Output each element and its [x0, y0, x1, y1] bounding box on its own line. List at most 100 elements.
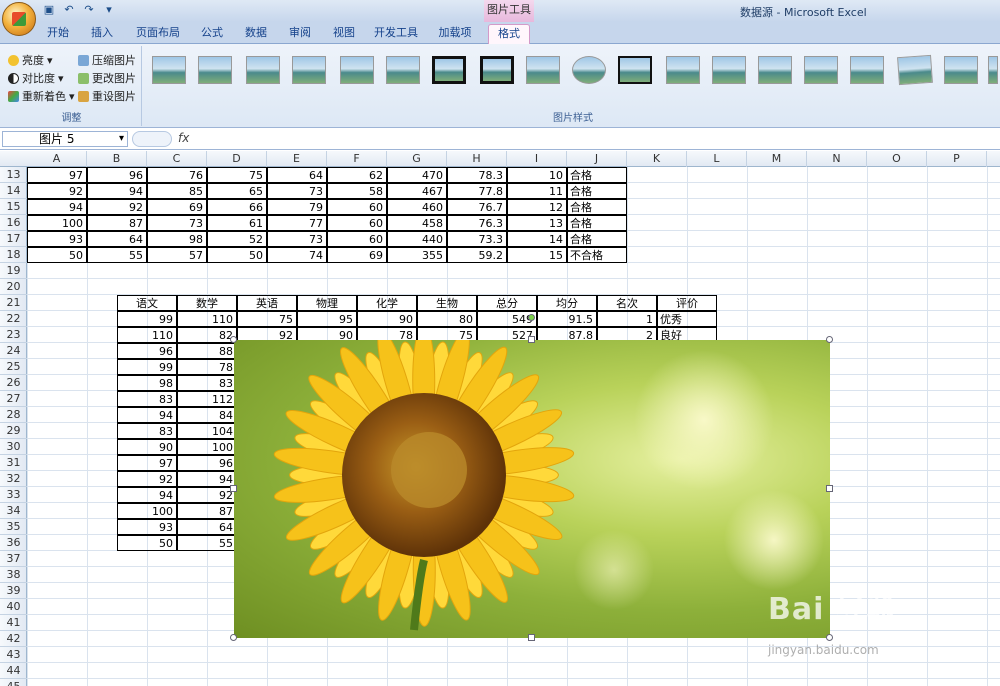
resize-handle-right[interactable]: [826, 485, 833, 492]
cell[interactable]: 94: [177, 471, 237, 487]
row-header-35[interactable]: 35: [0, 519, 27, 535]
cell[interactable]: 88: [177, 343, 237, 359]
cell[interactable]: 91.5: [537, 311, 597, 327]
cell[interactable]: 64: [177, 519, 237, 535]
column-header-K[interactable]: K: [627, 151, 687, 167]
row-header-40[interactable]: 40: [0, 599, 27, 615]
undo-icon[interactable]: ↶: [62, 3, 76, 17]
cell[interactable]: 合格: [567, 215, 627, 231]
picture-style-thumb[interactable]: [480, 56, 514, 84]
cell[interactable]: 69: [147, 199, 207, 215]
cell[interactable]: 97: [27, 167, 87, 183]
column-header-J[interactable]: J: [567, 151, 627, 167]
picture-style-thumb[interactable]: [712, 56, 746, 84]
cell[interactable]: 数学: [177, 295, 237, 311]
cell[interactable]: 92: [27, 183, 87, 199]
row-header-31[interactable]: 31: [0, 455, 27, 471]
cell[interactable]: 76.3: [447, 215, 507, 231]
cell[interactable]: 76: [147, 167, 207, 183]
cell[interactable]: 合格: [567, 167, 627, 183]
picture-style-thumb[interactable]: [944, 56, 978, 84]
cell[interactable]: 语文: [117, 295, 177, 311]
tab-insert[interactable]: 插入: [84, 24, 120, 44]
name-box[interactable]: 图片 5: [2, 131, 128, 147]
resize-handle-top[interactable]: [528, 336, 535, 343]
cell[interactable]: 93: [117, 519, 177, 535]
cell[interactable]: 50: [27, 247, 87, 263]
row-header-26[interactable]: 26: [0, 375, 27, 391]
sunflower-picture[interactable]: [234, 340, 830, 638]
column-header-G[interactable]: G: [387, 151, 447, 167]
cell[interactable]: 化学: [357, 295, 417, 311]
cell[interactable]: 83: [117, 391, 177, 407]
picture-style-thumb[interactable]: [988, 56, 998, 84]
column-header-F[interactable]: F: [327, 151, 387, 167]
cell[interactable]: 460: [387, 199, 447, 215]
cell[interactable]: 60: [327, 231, 387, 247]
cell[interactable]: 110: [117, 327, 177, 343]
column-header-M[interactable]: M: [747, 151, 807, 167]
cell[interactable]: 75: [207, 167, 267, 183]
cell[interactable]: 99: [117, 311, 177, 327]
cell[interactable]: 52: [207, 231, 267, 247]
cell[interactable]: 物理: [297, 295, 357, 311]
cell[interactable]: 98: [117, 375, 177, 391]
cell[interactable]: 74: [267, 247, 327, 263]
cell[interactable]: 55: [177, 535, 237, 551]
cell[interactable]: 75: [237, 311, 297, 327]
row-header-14[interactable]: 14: [0, 183, 27, 199]
cell[interactable]: 不合格: [567, 247, 627, 263]
cell[interactable]: 87: [177, 503, 237, 519]
row-header-22[interactable]: 22: [0, 311, 27, 327]
cell[interactable]: 58: [327, 183, 387, 199]
cell[interactable]: 458: [387, 215, 447, 231]
contrast-button[interactable]: 对比度 ▾: [8, 70, 64, 86]
cell[interactable]: 11: [507, 183, 567, 199]
cell[interactable]: 合格: [567, 199, 627, 215]
column-header-D[interactable]: D: [207, 151, 267, 167]
save-icon[interactable]: ▣: [42, 3, 56, 17]
customize-qat-icon[interactable]: ▾: [102, 3, 116, 17]
picture-style-thumb[interactable]: [526, 56, 560, 84]
change-picture-button[interactable]: 更改图片: [78, 70, 136, 86]
cell[interactable]: 76.7: [447, 199, 507, 215]
cell[interactable]: 73: [147, 215, 207, 231]
row-header-25[interactable]: 25: [0, 359, 27, 375]
column-header-L[interactable]: L: [687, 151, 747, 167]
cell[interactable]: 英语: [237, 295, 297, 311]
insert-function-icon[interactable]: fx: [178, 131, 189, 145]
cell[interactable]: 合格: [567, 183, 627, 199]
cell[interactable]: 94: [117, 407, 177, 423]
row-header-13[interactable]: 13: [0, 167, 27, 183]
recolor-button[interactable]: 重新着色 ▾: [8, 88, 75, 104]
column-header-B[interactable]: B: [87, 151, 147, 167]
picture-style-thumb[interactable]: [618, 56, 652, 84]
row-header-43[interactable]: 43: [0, 647, 27, 663]
picture-style-thumb[interactable]: [432, 56, 466, 84]
cell[interactable]: 79: [267, 199, 327, 215]
cell[interactable]: 93: [27, 231, 87, 247]
picture-style-thumb[interactable]: [198, 56, 232, 84]
resize-handle-left[interactable]: [230, 485, 237, 492]
column-header-E[interactable]: E: [267, 151, 327, 167]
cell[interactable]: 73: [267, 231, 327, 247]
picture-style-thumb[interactable]: [246, 56, 280, 84]
cell[interactable]: 10: [507, 167, 567, 183]
row-header-17[interactable]: 17: [0, 231, 27, 247]
resize-handle-bottom-right[interactable]: [826, 634, 833, 641]
row-header-20[interactable]: 20: [0, 279, 27, 295]
cell[interactable]: 名次: [597, 295, 657, 311]
tab-home[interactable]: 开始: [40, 24, 76, 44]
row-header-38[interactable]: 38: [0, 567, 27, 583]
cell[interactable]: 评价: [657, 295, 717, 311]
cell[interactable]: 92: [177, 487, 237, 503]
column-header-H[interactable]: H: [447, 151, 507, 167]
tab-review[interactable]: 审阅: [282, 24, 318, 44]
picture-style-thumb[interactable]: [666, 56, 700, 84]
tab-page-layout[interactable]: 页面布局: [128, 24, 188, 44]
cell[interactable]: 80: [417, 311, 477, 327]
brightness-button[interactable]: 亮度 ▾: [8, 52, 53, 68]
cell[interactable]: 73: [267, 183, 327, 199]
cell[interactable]: 64: [267, 167, 327, 183]
cell[interactable]: 14: [507, 231, 567, 247]
